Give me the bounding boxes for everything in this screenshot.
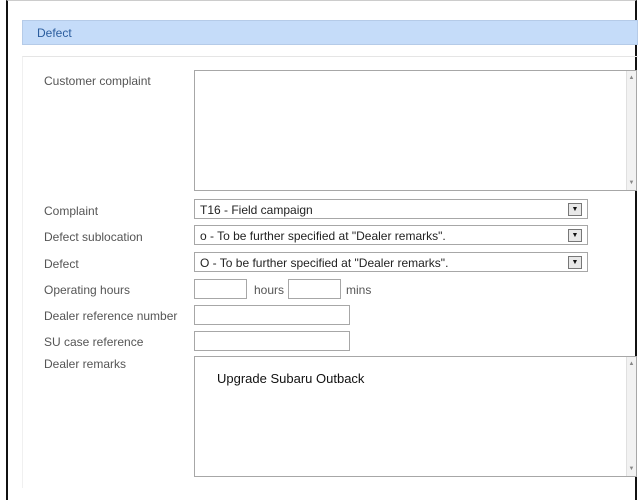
defect-sublocation-select[interactable]: o - To be further specified at "Dealer r… [194, 225, 588, 245]
operating-hours-label: Operating hours [44, 283, 131, 297]
section-title: Defect [37, 26, 72, 40]
scroll-down-icon[interactable]: ▼ [628, 178, 635, 188]
customer-complaint-textarea[interactable]: ▲ ▼ [194, 70, 637, 191]
operating-hours-input[interactable] [194, 279, 247, 299]
defect-select[interactable]: O - To be further specified at "Dealer r… [194, 252, 588, 272]
operating-mins-input[interactable] [288, 279, 341, 299]
scroll-up-icon[interactable]: ▲ [628, 359, 635, 369]
customer-complaint-scrollbar[interactable]: ▲ ▼ [626, 71, 636, 190]
defect-selected-value: O - To be further specified at "Dealer r… [200, 256, 449, 270]
dealer-remarks-textarea[interactable]: Upgrade Subaru Outback ▲ ▼ [194, 356, 637, 477]
chevron-down-icon[interactable]: ▼ [568, 256, 582, 269]
scroll-down-icon[interactable]: ▼ [628, 464, 635, 474]
scroll-up-icon[interactable]: ▲ [628, 73, 635, 83]
defect-label: Defect [44, 257, 79, 271]
defect-sublocation-selected-value: o - To be further specified at "Dealer r… [200, 229, 446, 243]
mins-unit-label: mins [346, 283, 372, 297]
customer-complaint-label: Customer complaint [44, 74, 151, 88]
complaint-select[interactable]: T16 - Field campaign ▼ [194, 199, 588, 219]
dealer-reference-number-label: Dealer reference number [44, 309, 178, 323]
defect-sublocation-label: Defect sublocation [44, 230, 143, 244]
complaint-label: Complaint [44, 204, 99, 218]
complaint-selected-value: T16 - Field campaign [200, 203, 313, 217]
su-case-reference-label: SU case reference [44, 335, 144, 349]
dealer-remarks-scrollbar[interactable]: ▲ ▼ [626, 357, 636, 476]
su-case-reference-input[interactable] [194, 331, 350, 351]
chevron-down-icon[interactable]: ▼ [568, 203, 582, 216]
section-header-defect: Defect [22, 20, 638, 45]
dealer-remarks-value: Upgrade Subaru Outback [217, 371, 365, 386]
dealer-reference-number-input[interactable] [194, 305, 350, 325]
dealer-remarks-label: Dealer remarks [44, 357, 127, 371]
chevron-down-icon[interactable]: ▼ [568, 229, 582, 242]
hours-unit-label: hours [254, 283, 285, 297]
